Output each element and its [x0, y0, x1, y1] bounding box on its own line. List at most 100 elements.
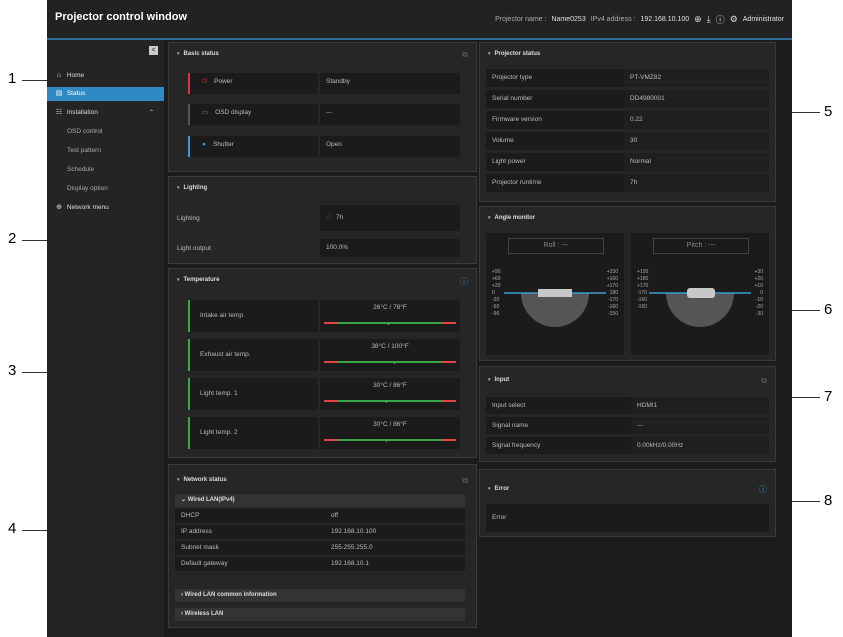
projector-name: Name0253 [551, 16, 586, 23]
scale-tick-label: -90 [492, 311, 500, 317]
projector-row-label: Firmware version [486, 111, 624, 129]
wired-lan-common-section-header[interactable]: › Wired LAN common information [175, 589, 465, 602]
shutter-value: Open [320, 136, 460, 157]
scale-tick-label: +90 [492, 269, 501, 275]
scale-tick-label: -30 [492, 297, 500, 303]
roll-readout: Roll : --- [508, 238, 604, 254]
scale-tick-label: -170 [607, 297, 618, 303]
subnet-mask-value: 255.255.255.0 [325, 541, 465, 555]
intake-temp-gauge: 26°C / 78°F ▼ [320, 300, 460, 332]
scale-tick-label: 180 [609, 290, 618, 296]
sidebar-item-test-pattern[interactable]: Test pattern [47, 144, 164, 158]
exhaust-temp-label: Exhaust air temp. [188, 339, 318, 371]
light-output-label: Light output [177, 245, 211, 252]
power-icon: ⏻ [202, 78, 208, 85]
chevron-down-icon: ⌄ [181, 497, 187, 503]
scale-tick-label: -10 [755, 297, 763, 303]
open-external-icon[interactable]: ⧉ [462, 476, 468, 486]
sidebar-item-display-option[interactable]: Display option [47, 182, 164, 196]
scale-tick-label: -160 [637, 297, 648, 303]
temperature-panel: ▾ Temperature ⓘ Intake air temp. 26°C / 7… [168, 268, 477, 458]
exhaust-temp-gauge: 38°C / 100°F ▼ [320, 339, 460, 371]
power-label-cell: ⏻ Power [188, 73, 318, 94]
osd-value: --- [320, 104, 460, 125]
scale-tick-label: +20 [754, 276, 763, 282]
ipv4-address: 192.168.10.100 [640, 16, 690, 23]
pitch-dial-shade [666, 293, 734, 327]
projector-row-value: DD4980001 [624, 90, 769, 108]
sidebar-item-installation[interactable]: ☷ Installation ⌃ [47, 106, 164, 120]
gear-icon[interactable]: ⚙ [730, 14, 738, 25]
projector-row-value: Normal [624, 153, 769, 171]
projector-status-panel: ▾ Projector status Projector type PT-VMZ82… [479, 42, 776, 202]
projector-control-window: Projector control window Projector name … [47, 0, 792, 637]
chevron-down-icon: ▾ [488, 377, 491, 383]
input-row-label: Signal name [486, 417, 631, 434]
basic-status-panel: ▾ Basic status ⧉ ⏻ Power Standby ▭ OSD disp… [168, 42, 477, 172]
default-gateway-value: 192.168.10.1 [325, 557, 465, 571]
projector-row-value: 30 [624, 132, 769, 150]
lighting-value: ♢ 7h [320, 205, 460, 231]
panel-title: ▾ Basic status [177, 51, 219, 57]
light-output-value: 100.0% [320, 239, 460, 257]
power-value: Standby [320, 73, 460, 94]
input-row-value: 0.00kHz/0.00Hz [631, 437, 769, 454]
user-name[interactable]: Administrator [743, 16, 784, 23]
app-title: Projector control window [55, 11, 188, 23]
open-external-icon[interactable]: ⧉ [462, 50, 468, 60]
sidebar-item-home[interactable]: ⌂ Home [47, 69, 164, 83]
projector-row-label: Light power [486, 153, 624, 171]
projector-row-value: PT-VMZ82 [624, 69, 769, 87]
download-icon[interactable]: ⤓ [707, 14, 711, 25]
ip-address-value: 192.168.10.100 [325, 525, 465, 539]
sidebar-item-status[interactable]: ▤ Status [47, 87, 164, 101]
scale-tick-label: +10 [754, 283, 763, 289]
lighting-panel: ▾ Lighting Lighting ♢ 7h Light output 100.… [168, 176, 477, 264]
dhcp-value: off [325, 509, 465, 523]
projector-row-value: 7h [624, 174, 769, 192]
projector-row-label: Projector runtime [486, 174, 624, 192]
light-temp-2-gauge: 30°C / 86°F ▼ [320, 417, 460, 449]
open-external-icon[interactable]: ⧉ [761, 376, 767, 386]
sidebar-item-schedule[interactable]: Schedule [47, 163, 164, 177]
projector-row-label: Volume [486, 132, 624, 150]
scale-tick-label: -20 [755, 304, 763, 310]
wired-lan-section-header[interactable]: ⌄ Wired LAN(IPv4) [175, 494, 465, 507]
scale-tick-label: +170 [606, 283, 618, 289]
chevron-down-icon: ▾ [488, 215, 491, 221]
scale-tick-label: -150 [607, 311, 618, 317]
info-icon[interactable]: ⓘ [759, 484, 767, 495]
light-temp-1-label: Light temp. 1 [188, 378, 318, 410]
projector-row-label: Projector type [486, 69, 624, 87]
shutter-label-cell: ● Shutter [188, 136, 318, 157]
home-icon: ⌂ [56, 72, 62, 79]
status-icon: ▤ [55, 90, 63, 97]
chevron-right-icon: › [181, 611, 183, 617]
scale-tick-label: 0 [492, 290, 495, 296]
roll-projector-shape [538, 289, 572, 297]
intake-temp-label: Intake air temp. [188, 300, 318, 332]
pitch-gauge: Pitch : --- +150 +180 +170 -170 -160 -150 +30… [631, 233, 769, 355]
sidebar-item-network-menu[interactable]: ⊕ Network menu [47, 201, 164, 215]
error-label: Error [486, 504, 631, 532]
scale-tick-label: -150 [637, 304, 648, 310]
collapse-sidebar-button[interactable]: < [149, 46, 158, 55]
sidebar-item-osd-control[interactable]: OSD control [47, 125, 164, 139]
scale-tick-label: -170 [637, 290, 648, 296]
info-icon[interactable]: ⓘ [460, 276, 468, 287]
top-bar: Projector control window Projector name … [47, 0, 792, 40]
roll-dial-shade [521, 293, 589, 327]
scale-tick-label: -30 [755, 311, 763, 317]
network-icon[interactable]: ⊕ [694, 14, 702, 25]
scale-tick-label: +160 [606, 276, 618, 282]
error-value [631, 504, 769, 532]
error-panel: ▾ Error ⓘ Error [479, 469, 776, 537]
projector-row-label: Serial number [486, 90, 624, 108]
installation-icon: ☷ [55, 109, 63, 116]
wireless-lan-section-header[interactable]: › Wireless LAN [175, 608, 465, 621]
chevron-down-icon: ▾ [488, 486, 491, 492]
ipv4-label: IPv4 address : [590, 16, 636, 23]
info-icon[interactable]: ⓘ [716, 13, 725, 26]
light-temp-1-gauge: 30°C / 86°F ▼ [320, 378, 460, 410]
chevron-up-icon: ⌃ [148, 110, 154, 116]
